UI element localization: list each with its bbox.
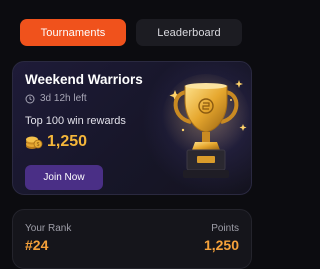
time-left-text: 3d 12h left — [40, 93, 87, 104]
coin-stack-icon: $ — [26, 136, 43, 149]
time-left: 3d 12h left — [25, 93, 87, 104]
tab-leaderboard[interactable]: Leaderboard — [136, 19, 242, 46]
rank-value: #24 — [25, 237, 49, 253]
rank-card: Your Rank Points #24 1,250 — [12, 209, 252, 269]
join-now-button[interactable]: Join Now — [25, 165, 103, 190]
tab-bar: Tournaments Leaderboard — [20, 19, 242, 46]
reward-amount: $ 1,250 — [25, 133, 87, 151]
clock-icon — [25, 94, 35, 103]
tab-tournaments[interactable]: Tournaments — [20, 19, 126, 46]
rank-label: Your Rank — [25, 223, 72, 234]
points-label: Points — [211, 223, 239, 234]
tournament-title: Weekend Warriors — [25, 72, 143, 87]
tournament-card: Weekend Warriors 3d 12h left Top 100 win… — [12, 61, 252, 195]
reward-amount-value: 1,250 — [47, 133, 88, 150]
reward-description: Top 100 win rewards — [25, 115, 126, 127]
svg-text:$: $ — [37, 142, 40, 148]
points-value: 1,250 — [203, 237, 239, 253]
trophy-icon — [162, 74, 250, 178]
